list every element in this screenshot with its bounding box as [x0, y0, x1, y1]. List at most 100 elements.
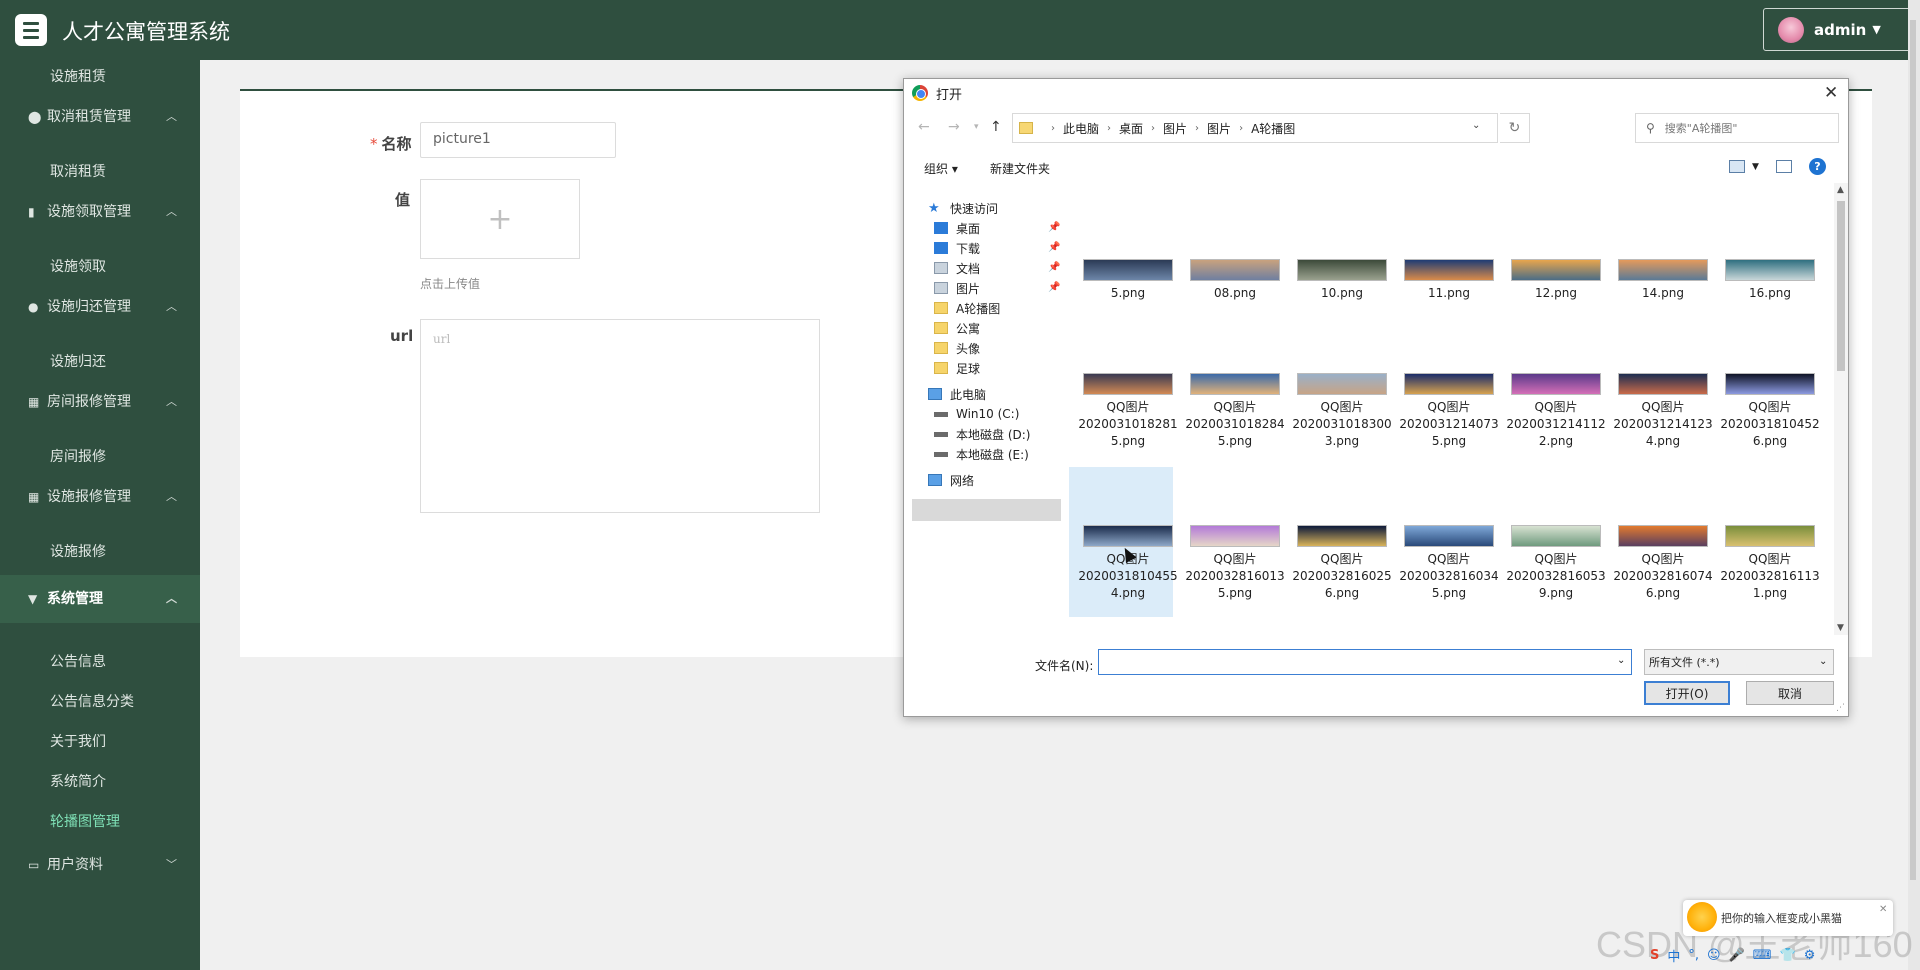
user-menu-button[interactable]: admin ▼ [1763, 8, 1917, 51]
sidebar-item-5[interactable]: ● 设施归还管理 ︿ [0, 290, 200, 324]
file-item[interactable]: QQ图片 2020031018284 5.png [1182, 373, 1288, 450]
file-scrollbar[interactable]: ▲ ▼ [1834, 183, 1848, 635]
file-item[interactable]: QQ图片 2020031810452 6.png [1717, 373, 1823, 450]
scroll-down-icon[interactable]: ▼ [1837, 623, 1844, 633]
tree-item[interactable]: 头像 [934, 337, 980, 359]
file-item[interactable]: QQ图片 2020031810455 4.png [1075, 525, 1181, 602]
tree-item[interactable]: 此电脑 [928, 383, 986, 405]
back-arrow-icon[interactable]: ← [918, 119, 930, 135]
tree-item[interactable]: Win10 (C:) [934, 403, 1019, 425]
tree-item[interactable]: 下载 [934, 237, 980, 259]
sidebar-item-15[interactable]: 系统简介 [0, 765, 200, 799]
file-item[interactable]: QQ图片 2020031018300 3.png [1289, 373, 1395, 450]
open-button[interactable]: 打开(O) [1644, 681, 1730, 705]
file-item[interactable]: 5.png [1075, 259, 1181, 302]
file-item[interactable]: QQ图片 2020032816053 9.png [1503, 525, 1609, 602]
tree-item[interactable]: ★ 快速访问 [928, 197, 998, 219]
ime-tool-icon[interactable]: °, [1688, 948, 1699, 963]
resize-grip-icon[interactable]: ⋰ [1836, 703, 1845, 713]
refresh-icon[interactable]: ↻ [1500, 113, 1530, 143]
cancel-button[interactable]: 取消 [1746, 681, 1834, 705]
file-item[interactable]: 10.png [1289, 259, 1395, 302]
ime-tool-icon[interactable]: 🎤 [1729, 948, 1745, 963]
sidebar-item-6[interactable]: 设施归还 [0, 345, 200, 379]
sidebar-item-17[interactable]: ▭ 用户资料 ﹀ [0, 848, 200, 882]
sidebar-item-0[interactable]: 设施租赁 [0, 60, 200, 94]
file-item[interactable]: QQ图片 2020032816113 1.png [1717, 525, 1823, 602]
breadcrumb-item[interactable]: A轮播图 [1251, 120, 1295, 137]
file-item[interactable]: QQ图片 2020031214073 5.png [1396, 373, 1502, 450]
view-mode-icon[interactable] [1729, 160, 1745, 173]
file-item[interactable]: 16.png [1717, 259, 1823, 302]
filename-input[interactable] [1098, 649, 1632, 675]
forward-arrow-icon[interactable]: → [948, 119, 960, 135]
file-item[interactable]: QQ图片 2020032816034 5.png [1396, 525, 1502, 602]
ime-tool-icon[interactable]: ⌨ [1753, 948, 1772, 963]
address-dropdown-icon[interactable]: ⌄ [1472, 120, 1480, 131]
file-item[interactable]: 12.png [1503, 259, 1609, 302]
file-item[interactable]: QQ图片 2020031214123 4.png [1610, 373, 1716, 450]
tree-item[interactable]: 桌面 [934, 217, 980, 239]
scroll-up-icon[interactable]: ▲ [1837, 185, 1844, 195]
breadcrumb-item[interactable]: 图片 [1163, 120, 1187, 137]
help-icon[interactable]: ? [1809, 158, 1826, 175]
breadcrumb-item[interactable]: 此电脑 [1063, 120, 1099, 137]
file-item[interactable]: QQ图片 2020032816025 6.png [1289, 525, 1395, 602]
file-item[interactable]: 14.png [1610, 259, 1716, 302]
ime-tool-icon[interactable]: ☺ [1707, 948, 1721, 963]
tree-item[interactable]: 网络 [928, 469, 974, 491]
sidebar-item-9[interactable]: ▦ 设施报修管理 ︿ [0, 480, 200, 514]
sidebar-item-7[interactable]: ▦ 房间报修管理 ︿ [0, 385, 200, 419]
breadcrumb-item[interactable]: 图片 [1207, 120, 1231, 137]
tree-item[interactable]: 足球 [934, 357, 980, 379]
tree-item[interactable]: 本地磁盘 (D:) [934, 423, 1030, 445]
file-item[interactable]: QQ图片 2020031018281 5.png [1075, 373, 1181, 450]
scroll-thumb[interactable] [1837, 201, 1845, 371]
file-item[interactable]: 11.png [1396, 259, 1502, 302]
tree-item[interactable]: 文档 [934, 257, 980, 279]
address-bar[interactable]: › 此电脑 › 桌面 › 图片 › 图片 › A轮播图 [1012, 113, 1498, 143]
sidebar-item-1[interactable]: ⬤ 取消租赁管理 ︿ [0, 100, 200, 134]
view-dropdown-icon[interactable]: ▼ [1752, 162, 1759, 172]
sidebar-item-4[interactable]: 设施领取 [0, 250, 200, 284]
menu-toggle-button[interactable] [15, 14, 47, 46]
sidebar-item-14[interactable]: 关于我们 [0, 725, 200, 759]
filename-dropdown-icon[interactable]: ⌄ [1617, 655, 1625, 666]
search-input[interactable]: ⚲ 搜索"A轮播图" [1635, 113, 1839, 143]
ime-tool-icon[interactable]: ⚙ [1804, 948, 1816, 963]
breadcrumb-item[interactable]: 桌面 [1119, 120, 1143, 137]
sidebar-item-10[interactable]: 设施报修 [0, 535, 200, 569]
name-input[interactable]: picture1 [420, 122, 616, 158]
sidebar-item-3[interactable]: ▮ 设施领取管理 ︿ [0, 195, 200, 229]
close-icon[interactable]: ✕ [1824, 83, 1838, 103]
upload-plus-button[interactable]: + [420, 179, 580, 259]
sidebar-item-16[interactable]: 轮播图管理 [0, 805, 200, 839]
sidebar-item-13[interactable]: 公告信息分类 [0, 685, 200, 719]
organize-button[interactable]: 组织 ▾ [924, 160, 958, 177]
ime-tool-icon[interactable]: S [1650, 948, 1659, 963]
tree-item[interactable]: A轮播图 [934, 297, 1000, 319]
up-arrow-icon[interactable]: ↑ [990, 119, 1002, 135]
ime-tool-icon[interactable]: 中 [1667, 946, 1680, 965]
sidebar-item-2[interactable]: 取消租赁 [0, 155, 200, 189]
page-scrollbar[interactable] [1908, 0, 1920, 970]
sidebar-item-11[interactable]: ▼ 系统管理 ︿ [0, 575, 200, 623]
ime-tool-icon[interactable]: 👕 [1780, 948, 1796, 963]
close-icon[interactable]: ✕ [1879, 904, 1887, 915]
filetype-select[interactable]: 所有文件 (*.*) ⌄ [1644, 649, 1834, 675]
sidebar-item-12[interactable]: 公告信息 [0, 645, 200, 679]
page-scroll-thumb[interactable] [1910, 20, 1916, 880]
file-item[interactable]: QQ图片 2020032816074 6.png [1610, 525, 1716, 602]
preview-pane-icon[interactable] [1776, 160, 1792, 173]
new-folder-button[interactable]: 新建文件夹 [990, 160, 1050, 177]
file-item[interactable]: 08.png [1182, 259, 1288, 302]
file-item[interactable]: QQ图片 2020031214112 2.png [1503, 373, 1609, 450]
dialog-titlebar: 打开 [904, 79, 1850, 107]
url-textarea[interactable]: url [420, 319, 820, 513]
sidebar-item-8[interactable]: 房间报修 [0, 440, 200, 474]
tree-item[interactable]: 公寓 [934, 317, 980, 339]
tree-item[interactable]: 本地磁盘 (E:) [934, 443, 1029, 465]
tree-item[interactable]: 图片 [934, 277, 980, 299]
recent-chevron-icon[interactable]: ▾ [974, 122, 979, 132]
file-item[interactable]: QQ图片 2020032816013 5.png [1182, 525, 1288, 602]
